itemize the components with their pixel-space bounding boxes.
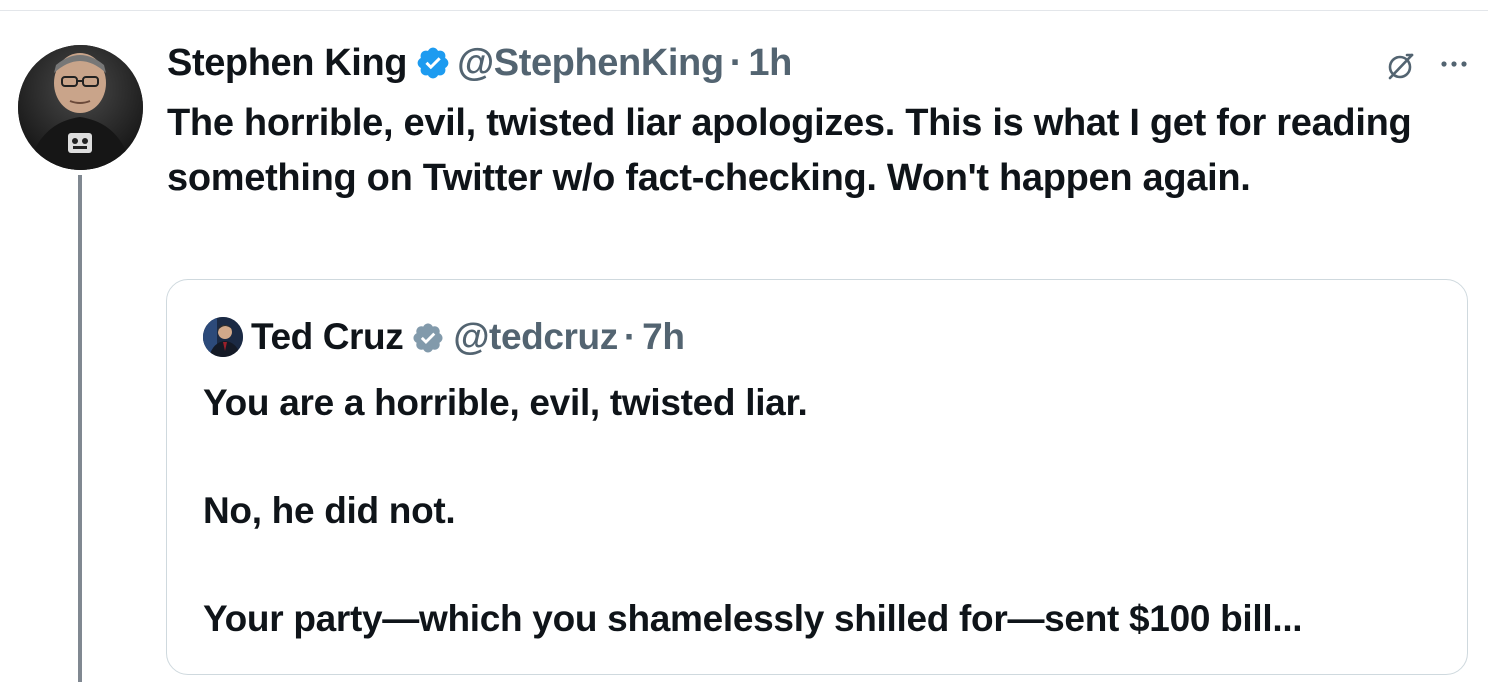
tweet-thread-view: Stephen King @StephenKing · 1h The horri… <box>0 0 1488 682</box>
avatar[interactable] <box>18 45 143 170</box>
verified-badge-icon <box>411 320 445 354</box>
grok-icon[interactable] <box>1385 50 1417 82</box>
post-text: The horrible, evil, twisted liar apologi… <box>167 102 1422 199</box>
thread-connector-line <box>78 175 82 682</box>
quoted-post-header: Ted Cruz @tedcruz · 7h <box>203 314 685 360</box>
divider <box>0 10 1488 11</box>
quoted-post-timestamp: 7h <box>642 316 685 357</box>
verified-badge-icon[interactable] <box>415 45 451 81</box>
avatar-photo <box>18 45 143 170</box>
post-timestamp[interactable]: 1h <box>748 40 792 86</box>
quoted-author-avatar <box>203 317 243 357</box>
quoted-author-handle: @tedcruz <box>453 316 618 357</box>
author-display-name[interactable]: Stephen King <box>167 40 407 86</box>
quoted-post-card[interactable]: Ted Cruz @tedcruz · 7h You are a horribl… <box>166 279 1468 675</box>
author-handle[interactable]: @StephenKing <box>457 40 724 86</box>
more-options-icon[interactable] <box>1436 52 1472 76</box>
separator-dot: · <box>729 42 743 84</box>
separator-dot: · <box>623 316 637 357</box>
post-header: Stephen King @StephenKing · 1h <box>167 40 792 86</box>
quoted-post-text: You are a horrible, evil, twisted liar. … <box>203 382 1303 639</box>
quoted-author-display-name: Ted Cruz <box>251 316 404 357</box>
